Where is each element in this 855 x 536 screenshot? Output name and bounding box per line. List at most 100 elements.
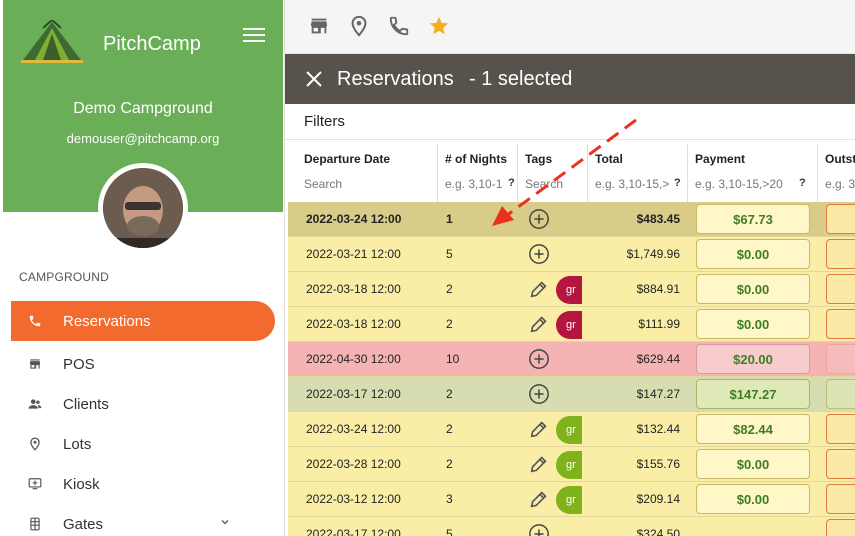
column-tags: Tags Search bbox=[517, 144, 587, 202]
sidebar-item-kiosk[interactable]: Kiosk bbox=[11, 464, 275, 504]
payment-button[interactable]: $67.73 bbox=[696, 204, 810, 234]
add-tag-icon[interactable] bbox=[528, 383, 550, 405]
outstanding-button[interactable] bbox=[826, 239, 855, 269]
outstanding-button[interactable] bbox=[826, 379, 855, 409]
user-email: demouser@pitchcamp.org bbox=[66, 131, 220, 146]
nights-cell: 3 bbox=[446, 492, 453, 506]
star-icon[interactable] bbox=[428, 15, 450, 37]
payment-button[interactable]: $0.00 bbox=[696, 274, 810, 304]
total-cell: $629.44 bbox=[636, 352, 680, 366]
outstanding-button[interactable] bbox=[826, 204, 855, 234]
outstanding-button[interactable] bbox=[826, 414, 855, 444]
outstanding-button[interactable] bbox=[826, 309, 855, 339]
page-title: Reservations bbox=[337, 68, 454, 90]
add-tag-icon[interactable] bbox=[528, 348, 550, 370]
tag-chip[interactable]: gr bbox=[556, 276, 582, 304]
location-icon[interactable] bbox=[348, 15, 370, 37]
outstanding-filter[interactable]: e.g. 3 bbox=[825, 177, 855, 191]
table-row[interactable]: 2022-03-12 12:00 3 gr $209.14 $0.00 bbox=[288, 482, 855, 517]
outstanding-button[interactable] bbox=[826, 449, 855, 479]
edit-tag-icon[interactable] bbox=[528, 453, 550, 475]
edit-tag-icon[interactable] bbox=[528, 418, 550, 440]
table-row[interactable]: 2022-03-24 12:00 1 $483.45 $67.73 bbox=[288, 202, 855, 237]
total-cell: $1,749.96 bbox=[626, 247, 680, 261]
nights-cell: 10 bbox=[446, 352, 460, 366]
edit-tag-icon[interactable] bbox=[528, 488, 550, 510]
sidebar-item-reservations[interactable]: Reservations bbox=[11, 301, 275, 341]
help-icon[interactable]: ? bbox=[674, 177, 681, 189]
help-icon[interactable]: ? bbox=[508, 177, 515, 189]
avatar[interactable] bbox=[98, 163, 188, 253]
phone-icon bbox=[27, 313, 43, 329]
chevron-down-icon[interactable] bbox=[219, 516, 231, 528]
payment-button[interactable]: $0.00 bbox=[696, 449, 810, 479]
kiosk-icon bbox=[27, 476, 43, 492]
column-label: Outst bbox=[825, 152, 855, 166]
departure-date-filter[interactable]: Search bbox=[304, 177, 342, 191]
edit-tag-icon[interactable] bbox=[528, 313, 550, 335]
total-cell: $132.44 bbox=[636, 422, 680, 436]
outstanding-button[interactable] bbox=[826, 519, 855, 536]
payment-filter[interactable]: e.g. 3,10-15,>20 bbox=[695, 177, 783, 191]
outstanding-button[interactable] bbox=[826, 484, 855, 514]
add-tag-icon[interactable] bbox=[528, 243, 550, 265]
sidebar-item-pos[interactable]: POS bbox=[11, 344, 275, 384]
column-label: Tags bbox=[525, 152, 553, 166]
tag-chip[interactable]: gr bbox=[556, 416, 582, 444]
campground-name: Demo Campground bbox=[73, 100, 213, 117]
column-payment: Payment e.g. 3,10-15,>20 ? bbox=[687, 144, 817, 202]
nights-cell: 2 bbox=[446, 282, 453, 296]
add-tag-icon[interactable] bbox=[528, 208, 550, 230]
tag-chip[interactable]: gr bbox=[556, 451, 582, 479]
nights-filter[interactable]: e.g. 3,10-1 bbox=[445, 177, 502, 191]
payment-button[interactable]: $0.00 bbox=[696, 309, 810, 339]
table-row[interactable]: 2022-04-30 12:00 10 $629.44 $20.00 bbox=[288, 342, 855, 377]
payment-button[interactable]: $0.00 bbox=[696, 484, 810, 514]
table-row[interactable]: 2022-03-17 12:00 2 $147.27 $147.27 bbox=[288, 377, 855, 412]
selection-bar: Reservations - 1 selected bbox=[285, 54, 855, 104]
outstanding-button[interactable] bbox=[826, 274, 855, 304]
close-icon[interactable] bbox=[305, 70, 323, 88]
menu-icon[interactable] bbox=[243, 28, 265, 44]
edit-tag-icon[interactable] bbox=[528, 278, 550, 300]
departure-date-cell: 2022-03-17 12:00 bbox=[306, 387, 401, 401]
sidebar-item-label: Gates bbox=[63, 515, 104, 533]
table-row[interactable]: 2022-03-18 12:00 2 gr $884.91 $0.00 bbox=[288, 272, 855, 307]
filters-bar[interactable]: Filters bbox=[285, 104, 855, 140]
table-row[interactable]: 2022-03-21 12:00 5 $1,749.96 $0.00 bbox=[288, 237, 855, 272]
tag-chip[interactable]: gr bbox=[556, 311, 582, 339]
sidebar-item-gates[interactable]: Gates bbox=[11, 504, 275, 536]
payment-button[interactable]: $0.00 bbox=[696, 239, 810, 269]
phone-icon[interactable] bbox=[388, 15, 410, 37]
column-label: Departure Date bbox=[304, 152, 391, 166]
tag-chip[interactable]: gr bbox=[556, 486, 582, 514]
tags-filter[interactable]: Search bbox=[525, 177, 563, 191]
table-row[interactable]: 2022-03-18 12:00 2 gr $111.99 $0.00 bbox=[288, 307, 855, 342]
total-cell: $147.27 bbox=[636, 387, 680, 401]
sidebar-item-clients[interactable]: Clients bbox=[11, 384, 275, 424]
total-filter[interactable]: e.g. 3,10-15,> bbox=[595, 177, 669, 191]
help-icon[interactable]: ? bbox=[799, 177, 806, 189]
payment-button[interactable]: $147.27 bbox=[696, 379, 810, 409]
payment-button[interactable]: $82.44 bbox=[696, 414, 810, 444]
table-row[interactable]: 2022-03-17 12:00 5 $324.50 bbox=[288, 517, 855, 536]
add-tag-icon[interactable] bbox=[528, 523, 550, 536]
sidebar-item-label: Kiosk bbox=[63, 475, 100, 493]
column-departure-date: Departure Date Search bbox=[297, 144, 437, 202]
payment-button[interactable]: $20.00 bbox=[696, 344, 810, 374]
table-row[interactable]: 2022-03-24 12:00 2 gr $132.44 $82.44 bbox=[288, 412, 855, 447]
outstanding-button[interactable] bbox=[826, 344, 855, 374]
departure-date-cell: 2022-03-17 12:00 bbox=[306, 527, 401, 536]
gate-icon bbox=[27, 516, 43, 532]
column-label: # of Nights bbox=[445, 152, 507, 166]
sidebar-item-lots[interactable]: Lots bbox=[11, 424, 275, 464]
filters-label: Filters bbox=[304, 113, 345, 130]
nights-cell: 2 bbox=[446, 422, 453, 436]
total-cell: $324.50 bbox=[636, 527, 680, 536]
total-cell: $111.99 bbox=[638, 317, 680, 331]
sidebar-item-label: Reservations bbox=[63, 312, 151, 330]
column-label: Total bbox=[595, 152, 623, 166]
store-icon[interactable] bbox=[308, 15, 330, 37]
table-row[interactable]: 2022-03-28 12:00 2 gr $155.76 $0.00 bbox=[288, 447, 855, 482]
sidebar: PitchCamp Demo Campground demouser@pitch… bbox=[0, 0, 285, 536]
